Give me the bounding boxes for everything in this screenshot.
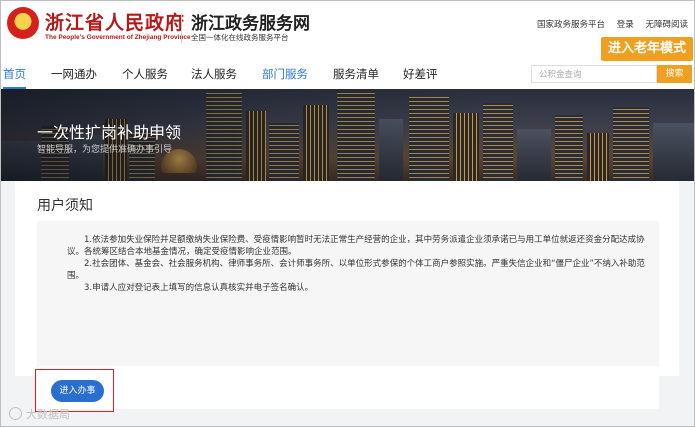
nav-department-services[interactable]: 部门服务 <box>262 66 308 82</box>
notice-item: 1.依法参加失业保险并足额缴纳失业保险费、受疫情影响暂时无法正常生产经营的企业，… <box>67 235 645 257</box>
page-banner: 一次性扩岗补助申领 智能导服，为您提供准确办事引导 <box>1 89 694 181</box>
search-button[interactable]: 搜索 <box>657 65 692 83</box>
nav-rating[interactable]: 好差评 <box>403 66 438 82</box>
notice-box: 1.依法参加失业保险并足额缴纳失业保险费、受疫情影响暂时无法正常生产经营的企业，… <box>37 221 659 366</box>
gov-name[interactable]: 浙江省人民政府 <box>45 8 185 35</box>
notice-item: 2.社会团体、基金会、社会服务机构、律师事务所、会计师事务所、以单位形式参保的个… <box>67 259 645 281</box>
nav-service-list[interactable]: 服务清单 <box>333 66 379 82</box>
main-nav: 首页 一网通办 个人服务 法人服务 部门服务 服务清单 好差评 公积金查询 搜索 <box>1 61 694 91</box>
banner-subtitle: 智能导服，为您提供准确办事引导 <box>37 145 173 155</box>
section-title: 用户须知 <box>37 198 93 214</box>
elder-mode-button[interactable]: 进入老年模式 <box>601 37 693 61</box>
search-input[interactable]: 公积金查询 <box>531 65 657 83</box>
site-header: ★ 浙江省人民政府 The People's Government of Zhe… <box>1 1 694 61</box>
site-subtitle: 全国一体化在线政务服务平台 <box>191 33 289 42</box>
national-emblem-icon: ★ <box>7 7 39 39</box>
nav-one-stop[interactable]: 一网通办 <box>51 66 97 82</box>
nav-legal-person-services[interactable]: 法人服务 <box>191 66 237 82</box>
page-title: 一次性扩岗补助申领 <box>37 123 182 142</box>
watermark: 大数据局 <box>9 406 70 422</box>
browser-frame: ★ 浙江省人民政府 The People's Government of Zhe… <box>0 0 695 427</box>
nav-home[interactable]: 首页 <box>3 66 26 89</box>
login-link[interactable]: 登录 <box>617 20 634 30</box>
user-notice-card: 用户须知 1.依法参加失业保险并足额缴纳失业保险费、受疫情影响暂时无法正常生产经… <box>15 181 679 376</box>
accessibility-link[interactable]: 无障碍阅读 <box>645 20 688 30</box>
gov-name-english: The People's Government of Zhejiang Prov… <box>45 34 191 41</box>
header-divider <box>181 13 182 43</box>
notice-text: 1.依法参加失业保险并足额缴纳失业保险费、受疫情影响暂时无法正常生产经营的企业，… <box>67 234 652 294</box>
nav-personal-services[interactable]: 个人服务 <box>122 66 168 82</box>
site-name[interactable]: 浙江政务服务网 <box>191 9 310 34</box>
action-bar <box>37 375 659 409</box>
watermark-text: 大数据局 <box>26 408 70 421</box>
notice-item: 3.申请人应对登记表上填写的信息认真核实并电子签名确认。 <box>84 283 314 293</box>
watermark-logo-icon <box>9 407 22 420</box>
national-platform-link[interactable]: 国家政务服务平台 <box>537 20 605 30</box>
top-links: 国家政务服务平台 登录 无障碍阅读 <box>528 18 688 30</box>
